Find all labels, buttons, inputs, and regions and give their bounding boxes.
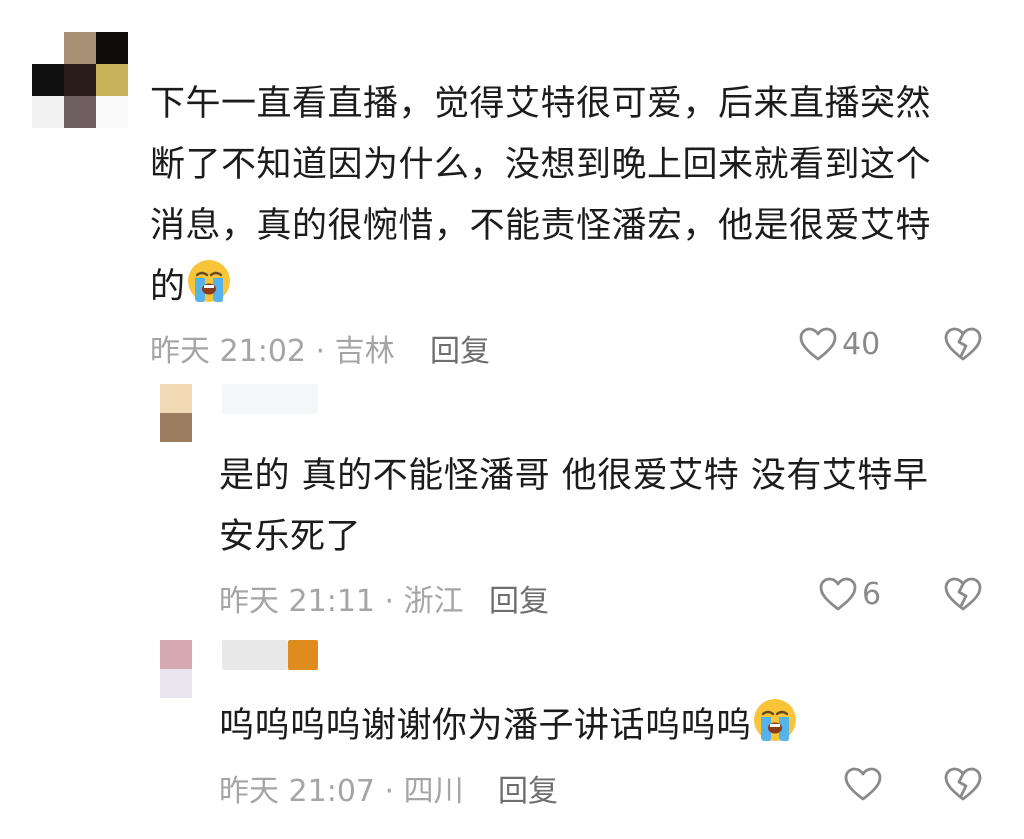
broken-heart-icon — [944, 327, 982, 361]
like-button[interactable]: 40 — [798, 326, 880, 362]
heart-outline-icon — [799, 327, 837, 361]
reply-button[interactable]: 回复 — [430, 326, 490, 370]
comment-line: 消息，真的很惋惜，不能责怪潘宏，他是很爱艾特 — [150, 206, 932, 246]
dislike-button[interactable] — [943, 576, 983, 616]
username-blurred[interactable] — [222, 640, 288, 670]
comment-text: 呜呜呜呜谢谢你为潘子讲话呜呜呜 — [219, 696, 798, 763]
comment-line: 断了不知道因为什么，没想到晚上回来就看到这个 — [150, 145, 932, 185]
avatar[interactable] — [32, 32, 128, 128]
like-count: 6 — [862, 576, 882, 612]
like-button[interactable]: 6 — [818, 576, 881, 612]
like-count: 40 — [842, 326, 881, 362]
comment-meta: 昨天 21:07 · 四川 — [219, 774, 464, 809]
comment-line: 安乐死了 — [219, 517, 362, 557]
comment-line: 是的 真的不能怪潘哥 他很爱艾特 没有艾特早 — [219, 456, 929, 496]
comment-text: 下午一直看直播，觉得艾特很可爱，后来直播突然 断了不知道因为什么，没想到晚上回来… — [150, 74, 931, 324]
broken-heart-icon — [944, 767, 982, 801]
heart-outline-icon — [844, 767, 882, 801]
comment-line: 的 — [150, 267, 186, 307]
comment-line: 呜呜呜呜谢谢你为潘子讲话呜呜呜 — [219, 706, 752, 746]
comment-meta: 昨天 21:02 · 吉林 — [150, 334, 395, 369]
avatar[interactable] — [160, 640, 192, 698]
comment-line: 下午一直看直播，觉得艾特很可爱，后来直播突然 — [150, 84, 932, 124]
comment-meta: 昨天 21:11 · 浙江 — [219, 584, 464, 619]
avatar[interactable] — [160, 384, 192, 442]
reply-button[interactable]: 回复 — [498, 766, 558, 810]
heart-outline-icon — [819, 577, 857, 611]
like-button[interactable] — [843, 766, 887, 802]
loudly-crying-face-icon — [752, 697, 798, 763]
reply-button[interactable]: 回复 — [489, 576, 549, 620]
dislike-button[interactable] — [943, 326, 983, 366]
broken-heart-icon — [944, 577, 982, 611]
comment-text: 是的 真的不能怪潘哥 他很爱艾特 没有艾特早 安乐死了 — [219, 446, 928, 568]
username-blurred[interactable] — [222, 384, 318, 414]
dislike-button[interactable] — [943, 766, 983, 806]
loudly-crying-face-icon — [186, 258, 232, 324]
